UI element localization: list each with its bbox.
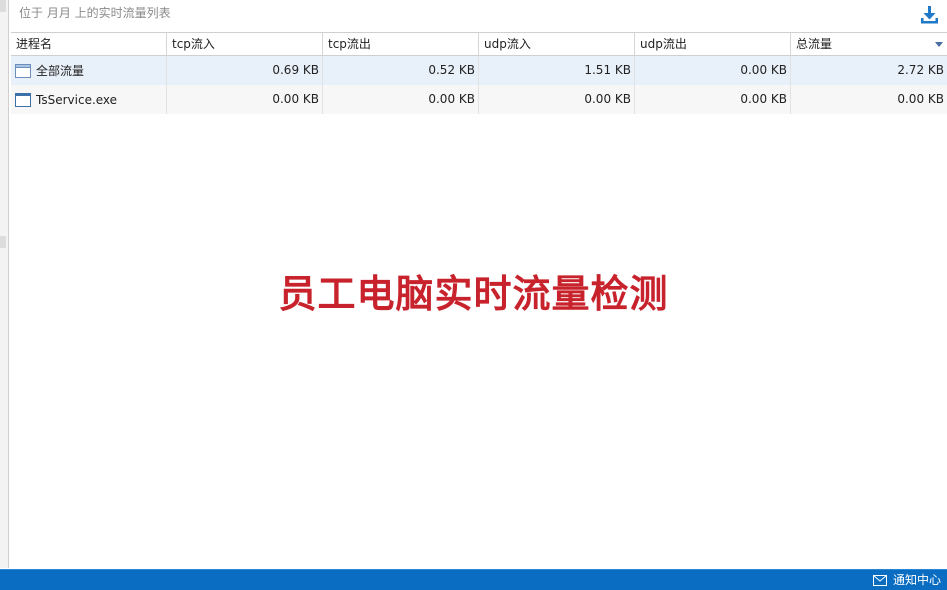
notification-center-label: 通知中心 (892, 573, 941, 587)
sort-desc-icon (935, 42, 943, 47)
cell-process-name: 全部流量 (11, 56, 167, 85)
cell-udp-in: 1.51 KB (479, 56, 635, 85)
sidebar-edge-mark (0, 236, 6, 248)
column-header-total[interactable]: 总流量 (791, 33, 947, 55)
cell-process-name: TsService.exe (11, 85, 167, 114)
cell-udp-in: 0.00 KB (479, 85, 635, 114)
column-header-udp-in[interactable]: udp流入 (479, 33, 635, 55)
column-header-tcp-out[interactable]: tcp流出 (323, 33, 479, 55)
column-header-tcp-in[interactable]: tcp流入 (167, 33, 323, 55)
traffic-table: 进程名 tcp流入 tcp流出 udp流入 udp流出 总流量 全部流量 0.6… (11, 32, 947, 114)
application-icon (15, 92, 31, 107)
column-header-udp-out[interactable]: udp流出 (635, 33, 791, 55)
cell-udp-out: 0.00 KB (635, 85, 791, 114)
download-button[interactable] (917, 3, 941, 27)
table-row[interactable]: 全部流量 0.69 KB 0.52 KB 1.51 KB 0.00 KB 2.7… (11, 56, 947, 85)
cell-tcp-in: 0.00 KB (167, 85, 323, 114)
cell-tcp-out: 0.00 KB (323, 85, 479, 114)
overlay-headline: 员工电脑实时流量检测 (278, 272, 669, 316)
app-window: 位于 月月 上的实时流量列表 进程名 tcp流入 tcp流出 udp流入 udp… (0, 0, 947, 590)
process-name-text: TsService.exe (36, 92, 118, 107)
column-header-total-label: 总流量 (796, 37, 833, 51)
window-icon (15, 63, 31, 78)
page-title: 位于 月月 上的实时流量列表 (19, 6, 171, 20)
download-icon (921, 6, 938, 24)
cell-tcp-in: 0.69 KB (167, 56, 323, 85)
cell-total: 0.00 KB (897, 92, 944, 106)
column-header-process-name[interactable]: 进程名 (11, 33, 167, 55)
taskbar: 通知中心 (0, 569, 947, 590)
table-header: 进程名 tcp流入 tcp流出 udp流入 udp流出 总流量 (11, 32, 947, 56)
sidebar-edge-mark (0, 0, 6, 12)
envelope-icon (872, 574, 887, 586)
process-name-text: 全部流量 (36, 63, 85, 78)
list-header: 位于 月月 上的实时流量列表 (9, 0, 947, 32)
table-row[interactable]: TsService.exe 0.00 KB 0.00 KB 0.00 KB 0.… (11, 85, 947, 114)
cell-udp-out: 0.00 KB (635, 56, 791, 85)
cell-total: 2.72 KB (897, 63, 944, 77)
notification-center-button[interactable]: 通知中心 (872, 572, 941, 588)
cell-tcp-out: 0.52 KB (323, 56, 479, 85)
